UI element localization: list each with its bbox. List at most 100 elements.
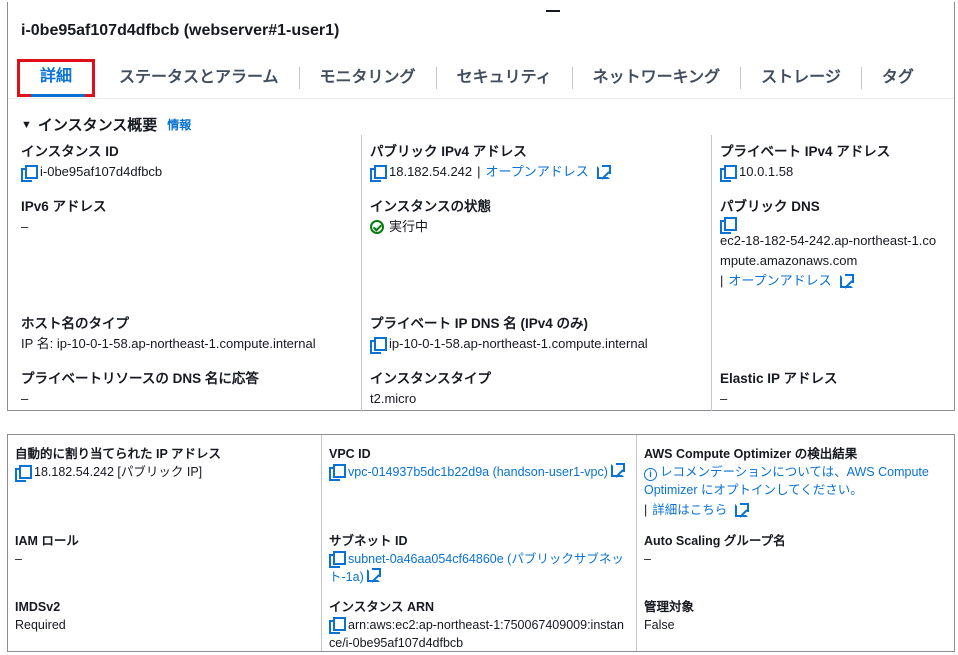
external-link-icon[interactable] <box>596 164 611 179</box>
tab-bar: 詳細 ステータスとアラーム モニタリング セキュリティ ネットワーキング ストレ… <box>17 58 934 98</box>
section-title: インスタンス概要 <box>37 117 158 134</box>
field-label: ホスト名のタイプ <box>21 316 129 331</box>
field-instance-arn: インスタンス ARN arn:aws:ec2:ap-northeast-1:75… <box>329 598 629 652</box>
field-imdsv2: IMDSv2 Required <box>15 598 66 634</box>
field-private-ip-dns: プライベート IP DNS 名 (IPv4 のみ) ip-10-0-1-58.a… <box>370 314 648 354</box>
copy-icon[interactable] <box>720 217 737 234</box>
instance-details-panel: 自動的に割り当てられた IP アドレス 18.182.54.242 [パブリック… <box>7 434 955 652</box>
field-label: パブリック IPv4 アドレス <box>370 144 527 159</box>
instance-type-value: t2.micro <box>370 391 417 406</box>
field-private-ipv4: プライベート IPv4 アドレス 10.0.1.58 <box>720 142 890 182</box>
field-instance-id: インスタンス ID i-0be95af107d4dfbcb <box>21 142 162 182</box>
field-label: AWS Compute Optimizer の検出結果 <box>644 447 858 461</box>
field-label: インスタンスの状態 <box>370 199 491 214</box>
field-label: IPv6 アドレス <box>21 199 107 214</box>
field-auto-public-ip: 自動的に割り当てられた IP アドレス 18.182.54.242 [パブリック… <box>15 445 313 482</box>
field-label: インスタンス ID <box>21 144 119 159</box>
field-elastic-ip: Elastic IP アドレス – <box>720 369 838 409</box>
separator: | <box>644 503 648 517</box>
private-resource-dns-value: – <box>21 391 29 406</box>
field-label: IAM ロール <box>15 534 79 548</box>
field-instance-type: インスタンスタイプ t2.micro <box>370 369 491 409</box>
active-tab-indicator <box>31 94 85 97</box>
check-circle-icon <box>370 220 384 234</box>
field-ipv6: IPv6 アドレス – <box>21 197 107 237</box>
field-label: Elastic IP アドレス <box>720 371 838 386</box>
column-divider <box>636 435 637 651</box>
imdsv2-value: Required <box>15 618 66 632</box>
managed-value: False <box>644 618 675 632</box>
vpc-id-link[interactable]: vpc-014937b5dc1b22d9a (handson-user1-vpc… <box>348 465 608 479</box>
tab-status-alarms[interactable]: ステータスとアラーム <box>99 67 299 89</box>
field-public-dns: パブリック DNS ec2-18-182-54-242.ap-northeast… <box>720 197 945 291</box>
copy-icon[interactable] <box>329 551 346 568</box>
private-ip-dns-value: ip-10-0-1-58.ap-northeast-1.compute.inte… <box>389 336 648 351</box>
copy-icon[interactable] <box>15 465 32 482</box>
separator: | <box>720 273 724 288</box>
public-dns-value: ec2-18-182-54-242.ap-northeast-1.compute… <box>720 233 937 268</box>
iam-role-value: – <box>15 552 22 566</box>
field-label: VPC ID <box>329 447 371 461</box>
external-link-icon[interactable] <box>366 568 381 582</box>
field-auto-scaling: Auto Scaling グループ名 – <box>644 532 786 568</box>
field-hostname-type: ホスト名のタイプ IP 名: ip-10-0-1-58.ap-northeast… <box>21 314 316 354</box>
public-ipv4-value: 18.182.54.242 <box>389 164 473 179</box>
auto-scaling-value: – <box>644 552 651 566</box>
instance-arn-value: arn:aws:ec2:ap-northeast-1:750067409009:… <box>329 618 624 650</box>
field-label: パブリック DNS <box>720 199 820 214</box>
instance-summary-panel: i-0be95af107d4dfbcb (webserver#1-user1) … <box>7 2 955 411</box>
copy-icon[interactable] <box>370 165 387 182</box>
field-label: 管理対象 <box>644 600 695 614</box>
external-link-icon[interactable] <box>735 502 750 517</box>
tab-storage[interactable]: ストレージ <box>740 67 861 89</box>
info-icon: i <box>644 468 657 481</box>
info-link[interactable]: 情報 <box>167 116 191 133</box>
open-address-link[interactable]: オープンアドレス <box>486 162 589 182</box>
caret-down-icon: ▼ <box>21 118 32 131</box>
learn-more-link[interactable]: 詳細はこちら <box>652 501 727 519</box>
copy-icon[interactable] <box>21 165 38 182</box>
field-iam-role: IAM ロール – <box>15 532 79 568</box>
field-private-resource-dns: プライベートリソースの DNS 名に応答 – <box>21 369 259 409</box>
private-ipv4-value: 10.0.1.58 <box>739 164 794 179</box>
field-instance-state: インスタンスの状態 実行中 <box>370 197 491 237</box>
section-header[interactable]: ▼ インスタンス概要 情報 <box>21 114 191 135</box>
tab-networking[interactable]: ネットワーキング <box>571 67 741 89</box>
copy-icon[interactable] <box>370 337 387 354</box>
elastic-ip-value: – <box>720 391 728 406</box>
tab-monitoring[interactable]: モニタリング <box>298 67 436 89</box>
copy-icon[interactable] <box>720 165 737 182</box>
column-divider <box>321 435 322 651</box>
field-label: インスタンス ARN <box>329 600 435 614</box>
field-label: プライベート IPv4 アドレス <box>720 144 891 159</box>
drag-handle[interactable] <box>546 10 560 12</box>
copy-icon[interactable] <box>329 464 346 481</box>
field-vpc-id: VPC ID vpc-014937b5dc1b22d9a (handson-us… <box>329 445 629 481</box>
field-label: 自動的に割り当てられた IP アドレス <box>15 447 222 461</box>
ipv6-value: – <box>21 219 29 234</box>
instance-id-value: i-0be95af107d4dfbcb <box>40 164 163 179</box>
field-subnet-id: サブネット ID subnet-0a46aa054cf64860e (パブリック… <box>329 532 629 586</box>
field-label: プライベート IP DNS 名 (IPv4 のみ) <box>370 316 589 331</box>
tabs-divider <box>8 98 954 99</box>
field-managed: 管理対象 False <box>644 598 694 634</box>
hostname-type-value: IP 名: ip-10-0-1-58.ap-northeast-1.comput… <box>21 336 316 351</box>
compute-optimizer-link[interactable]: レコメンデーションについては、AWS Compute Optimizer にオプ… <box>644 465 929 497</box>
tab-tags[interactable]: タグ <box>860 67 934 89</box>
separator: | <box>477 164 481 179</box>
copy-icon[interactable] <box>329 617 346 634</box>
tab-security[interactable]: セキュリティ <box>435 67 572 89</box>
field-label: プライベートリソースの DNS 名に応答 <box>21 371 259 386</box>
external-link-icon[interactable] <box>610 463 625 477</box>
external-link-icon[interactable] <box>839 273 854 288</box>
field-compute-optimizer: AWS Compute Optimizer の検出結果 i レコメンデーションにつ… <box>644 445 949 519</box>
field-public-ipv4: パブリック IPv4 アドレス 18.182.54.242 | オープンアドレス <box>370 142 611 182</box>
column-divider <box>361 135 362 411</box>
field-label: IMDSv2 <box>15 600 61 614</box>
field-label: Auto Scaling グループ名 <box>644 534 786 548</box>
field-label: サブネット ID <box>329 534 408 548</box>
tab-details[interactable]: 詳細 <box>17 59 96 97</box>
page-title: i-0be95af107d4dfbcb (webserver#1-user1) <box>21 22 340 39</box>
auto-public-ip-value: 18.182.54.242 [パブリック IP] <box>34 465 203 479</box>
open-address-link[interactable]: オープンアドレス <box>728 271 831 291</box>
